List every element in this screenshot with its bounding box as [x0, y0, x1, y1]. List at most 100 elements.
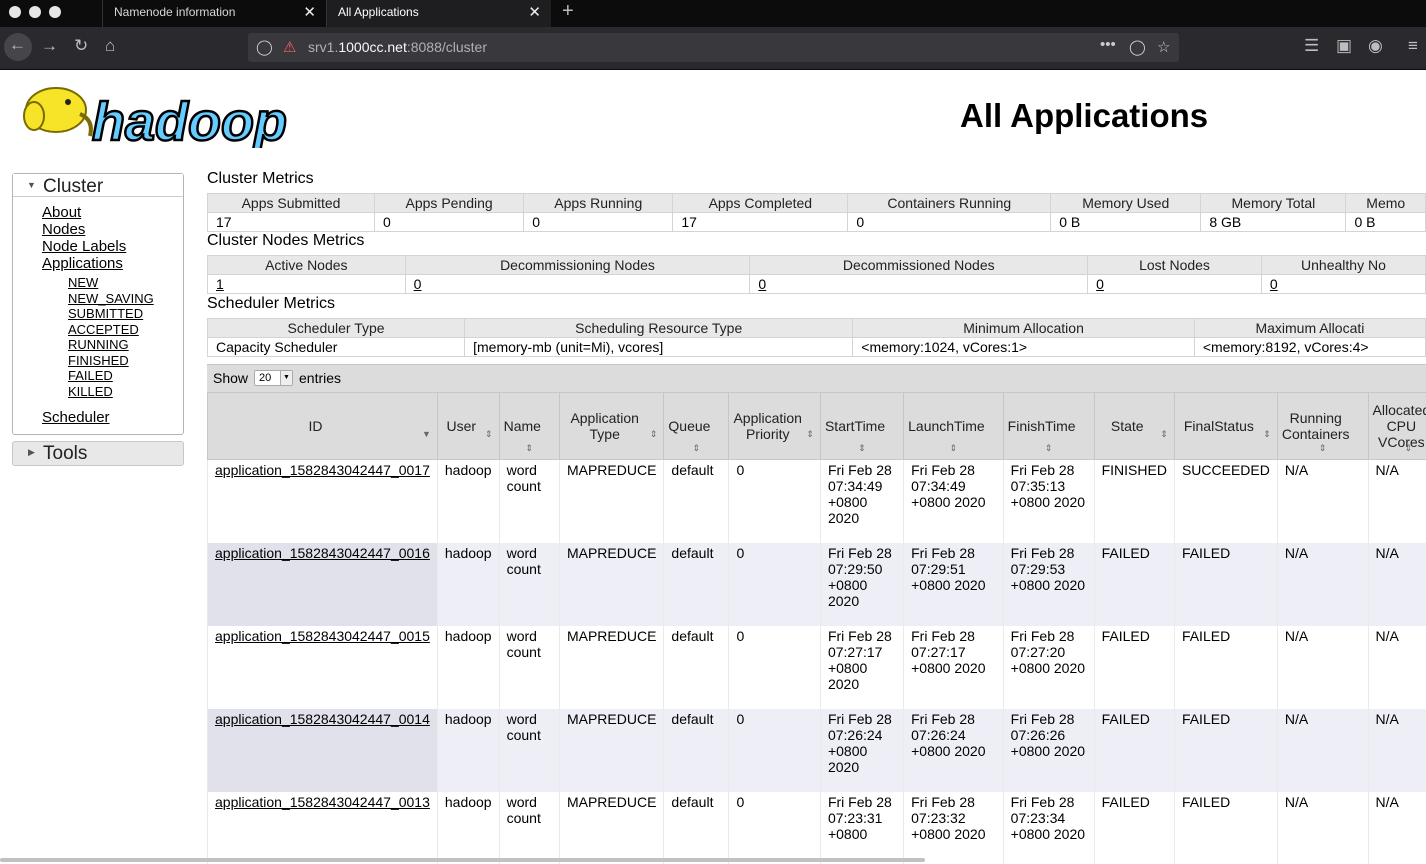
nav-link-state-new[interactable]: NEW: [68, 275, 183, 291]
sort-icon[interactable]: ⇕: [806, 426, 814, 442]
nav-link-state-accepted[interactable]: ACCEPTED: [68, 322, 183, 338]
sort-icon[interactable]: ⇕: [1263, 426, 1271, 442]
close-tab-icon[interactable]: ✕: [528, 3, 541, 21]
page-size-select[interactable]: 20 ▼: [254, 370, 293, 386]
show-label: Show: [213, 370, 249, 386]
insecure-lock-icon[interactable]: ⚠: [283, 38, 296, 56]
home-icon[interactable]: ⌂: [105, 36, 115, 56]
cluster-menu-title[interactable]: Cluster: [43, 176, 103, 198]
tools-menu[interactable]: ▶ Tools: [12, 441, 184, 466]
reload-icon[interactable]: ↻: [74, 36, 88, 56]
column-header-application-type[interactable]: Application Type ⇕: [558, 392, 665, 460]
nav-link-state-submitted[interactable]: SUBMITTED: [68, 306, 183, 322]
cell-priority: 0: [728, 459, 821, 543]
sort-icon[interactable]: ⇕: [1369, 440, 1426, 456]
application-id-link[interactable]: application_1582843042447_0013: [215, 794, 430, 810]
cell-allocated-vcores: N/A: [1367, 709, 1426, 792]
column-header-final-status[interactable]: FinalStatus ⇕: [1173, 392, 1278, 460]
column-header-state[interactable]: State ⇕: [1093, 392, 1175, 460]
nav-link-state-killed[interactable]: KILLED: [68, 384, 183, 400]
page-actions-icon[interactable]: •••: [1100, 36, 1116, 53]
sort-icon[interactable]: ⇕: [821, 440, 903, 456]
sort-icon[interactable]: ⇕: [904, 440, 1003, 456]
lost-nodes-link[interactable]: 0: [1096, 276, 1104, 292]
back-icon[interactable]: ←: [9, 35, 26, 55]
tab-namenode-information[interactable]: Namenode information ✕: [102, 0, 327, 27]
scheduler-metrics-value-row: Capacity Scheduler [memory-mb (unit=Mi),…: [207, 337, 1426, 357]
collapsed-triangle-icon[interactable]: ▶: [28, 447, 35, 458]
close-window-icon[interactable]: [9, 6, 21, 18]
column-header-start-time[interactable]: StartTime ⇕: [819, 392, 905, 460]
decommissioned-nodes-link[interactable]: 0: [758, 276, 766, 292]
column-header-finish-time[interactable]: FinishTime ⇕: [1002, 392, 1095, 460]
column-header-running-containers[interactable]: Running Containers ⇕: [1276, 392, 1369, 460]
column-header-launch-time[interactable]: LaunchTime ⇕: [903, 392, 1004, 460]
chevron-down-icon[interactable]: ▼: [280, 371, 292, 385]
nav-link-scheduler[interactable]: Scheduler: [42, 409, 183, 426]
cell-id: application_1582843042447_0015: [207, 626, 438, 709]
nav-link-state-finished[interactable]: FINISHED: [68, 353, 183, 369]
new-tab-icon[interactable]: +: [562, 0, 574, 23]
unhealthy-nodes-link[interactable]: 0: [1270, 276, 1278, 292]
nav-link-state-new-saving[interactable]: NEW_SAVING: [68, 291, 183, 307]
metric-value: 8 GB: [1200, 212, 1347, 232]
cell-running-containers: N/A: [1276, 792, 1369, 864]
column-header-user[interactable]: User ⇕: [436, 392, 500, 460]
sort-icon[interactable]: ⇕: [1160, 426, 1168, 442]
nav-link-applications[interactable]: Applications: [42, 255, 183, 272]
column-header: Apps Completed: [672, 193, 849, 213]
shield-icon[interactable]: ◯: [256, 38, 273, 56]
menu-icon[interactable]: ≡: [1408, 36, 1418, 56]
tools-menu-title[interactable]: Tools: [43, 443, 87, 465]
nav-link-about[interactable]: About: [42, 204, 183, 221]
application-id-link[interactable]: application_1582843042447_0015: [215, 628, 430, 644]
sort-desc-icon[interactable]: ▼: [422, 426, 431, 442]
sidebar-icon[interactable]: ▣: [1336, 36, 1352, 56]
close-tab-icon[interactable]: ✕: [303, 3, 316, 21]
sort-icon[interactable]: ⇕: [650, 426, 658, 442]
bookmark-star-icon[interactable]: ☆: [1157, 38, 1170, 56]
nav-link-node-labels[interactable]: Node Labels: [42, 238, 183, 255]
zoom-window-icon[interactable]: [49, 6, 61, 18]
sort-icon[interactable]: ⇕: [485, 426, 493, 442]
cell-running-containers: N/A: [1276, 459, 1369, 543]
forward-icon[interactable]: →: [41, 36, 58, 56]
expand-triangle-icon[interactable]: ▼: [27, 180, 36, 190]
column-header-name[interactable]: Name ⇕: [498, 392, 560, 460]
url-text[interactable]: srv1.1000cc.net:8088/cluster: [308, 39, 487, 55]
column-header-queue[interactable]: Queue ⇕: [663, 392, 730, 460]
url-bar[interactable]: ◯ ⚠ srv1.1000cc.net:8088/cluster ••• ◯ ☆: [248, 33, 1179, 62]
minimize-window-icon[interactable]: [29, 6, 41, 18]
library-icon[interactable]: ☰: [1304, 36, 1319, 56]
tab-label: All Applications: [338, 5, 419, 19]
cell-id: application_1582843042447_0016: [207, 543, 438, 626]
application-id-link[interactable]: application_1582843042447_0016: [215, 545, 430, 561]
metric-value: 0: [847, 212, 1052, 232]
nav-link-nodes[interactable]: Nodes: [42, 221, 183, 238]
column-header: Decommissioned Nodes: [749, 255, 1089, 275]
sort-icon[interactable]: ⇕: [1004, 440, 1094, 456]
sort-icon[interactable]: ⇕: [1278, 440, 1368, 456]
account-icon[interactable]: ◉: [1368, 36, 1383, 56]
nav-link-state-running[interactable]: RUNNING: [68, 337, 183, 353]
column-header: Apps Pending: [374, 193, 525, 213]
sort-icon[interactable]: ⇕: [664, 440, 728, 456]
application-id-link[interactable]: application_1582843042447_0014: [215, 711, 430, 727]
column-header: Apps Submitted: [207, 193, 376, 213]
table-row: application_1582843042447_0015 hadoop word…: [207, 626, 1426, 709]
table-length-control: Show 20 ▼ entries: [207, 364, 1426, 392]
active-nodes-link[interactable]: 1: [216, 276, 224, 292]
column-header-application-priority[interactable]: Application Priority ⇕: [728, 392, 821, 460]
cluster-menu-header[interactable]: ▼ Cluster: [13, 174, 183, 197]
cell-final-status: FAILED: [1173, 626, 1278, 709]
column-header-allocated-vcores[interactable]: Allocated CPU VCores ⇕: [1367, 392, 1426, 460]
nav-link-state-failed[interactable]: FAILED: [68, 368, 183, 384]
application-id-link[interactable]: application_1582843042447_0017: [215, 462, 430, 478]
pocket-icon[interactable]: ◯: [1129, 38, 1146, 56]
tab-all-applications[interactable]: All Applications ✕: [327, 0, 551, 27]
decommissioning-nodes-link[interactable]: 0: [414, 276, 422, 292]
cell-name: word count: [498, 792, 560, 864]
sort-icon[interactable]: ⇕: [500, 440, 559, 456]
column-header-id[interactable]: ID ▼: [207, 392, 438, 460]
horizontal-scrollbar[interactable]: [0, 858, 925, 862]
